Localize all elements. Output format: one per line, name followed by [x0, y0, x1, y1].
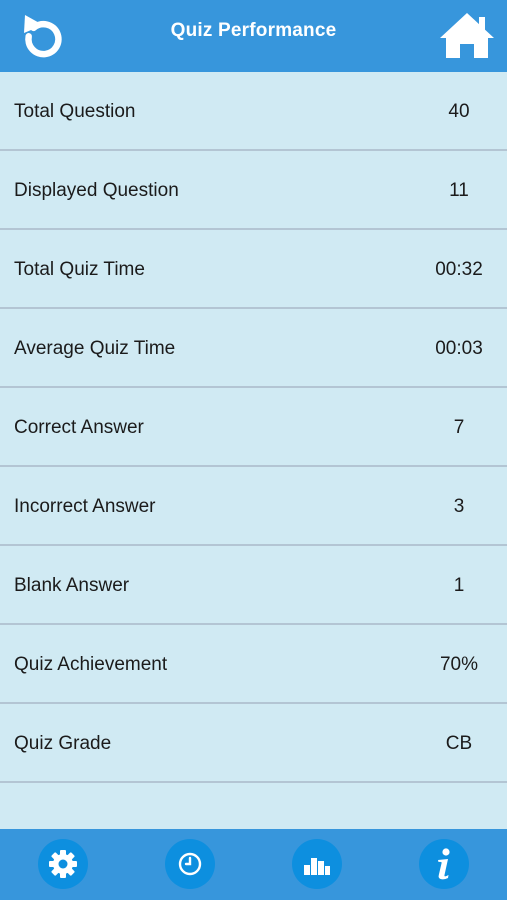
stat-row-quiz-grade: Quiz Grade CB [0, 704, 507, 783]
stat-value: 00:03 [435, 338, 483, 359]
stat-row-total-quiz-time: Total Quiz Time 00:32 [0, 230, 507, 309]
stat-row-correct-answer: Correct Answer 7 [0, 388, 507, 467]
stat-row-blank-answer: Blank Answer 1 [0, 546, 507, 625]
stat-value: 7 [453, 417, 465, 438]
stat-label: Blank Answer [14, 575, 130, 596]
home-icon [440, 13, 494, 58]
stat-label: Quiz Achievement [14, 654, 168, 675]
tab-timer[interactable] [165, 839, 215, 889]
bottom-tab-bar [0, 829, 507, 900]
gear-icon [49, 850, 77, 878]
stat-row-total-question: Total Question 40 [0, 72, 507, 151]
stat-row-average-quiz-time: Average Quiz Time 00:03 [0, 309, 507, 388]
stat-value: 00:32 [435, 259, 483, 280]
stat-row-displayed-question: Displayed Question 11 [0, 151, 507, 230]
stat-label: Total Question [14, 101, 136, 122]
stat-value: 11 [449, 180, 469, 201]
stat-value: CB [445, 733, 473, 754]
home-button[interactable] [438, 10, 496, 62]
stat-value: 1 [453, 575, 465, 596]
clock-icon [178, 852, 202, 876]
tab-info[interactable] [419, 839, 469, 889]
page-title: Quiz Performance [170, 20, 337, 41]
stat-label: Average Quiz Time [14, 338, 176, 359]
bar-chart-icon [304, 858, 330, 875]
stat-label: Incorrect Answer [14, 496, 156, 517]
stat-label: Displayed Question [14, 180, 179, 201]
stat-value: 70% [439, 654, 479, 675]
stat-value: 40 [448, 101, 470, 122]
tab-settings[interactable] [38, 839, 88, 889]
tab-statistics[interactable] [292, 839, 342, 889]
stat-row-incorrect-answer: Incorrect Answer 3 [0, 467, 507, 546]
stat-label: Correct Answer [14, 417, 144, 438]
info-icon [438, 848, 450, 880]
stat-row-quiz-achievement: Quiz Achievement 70% [0, 625, 507, 704]
stat-value: 3 [453, 496, 465, 517]
performance-list: Total Question 40 Displayed Question 11 … [0, 72, 507, 829]
stat-label: Quiz Grade [14, 733, 112, 754]
top-bar: Quiz Performance [0, 0, 507, 72]
stat-label: Total Quiz Time [14, 259, 145, 280]
